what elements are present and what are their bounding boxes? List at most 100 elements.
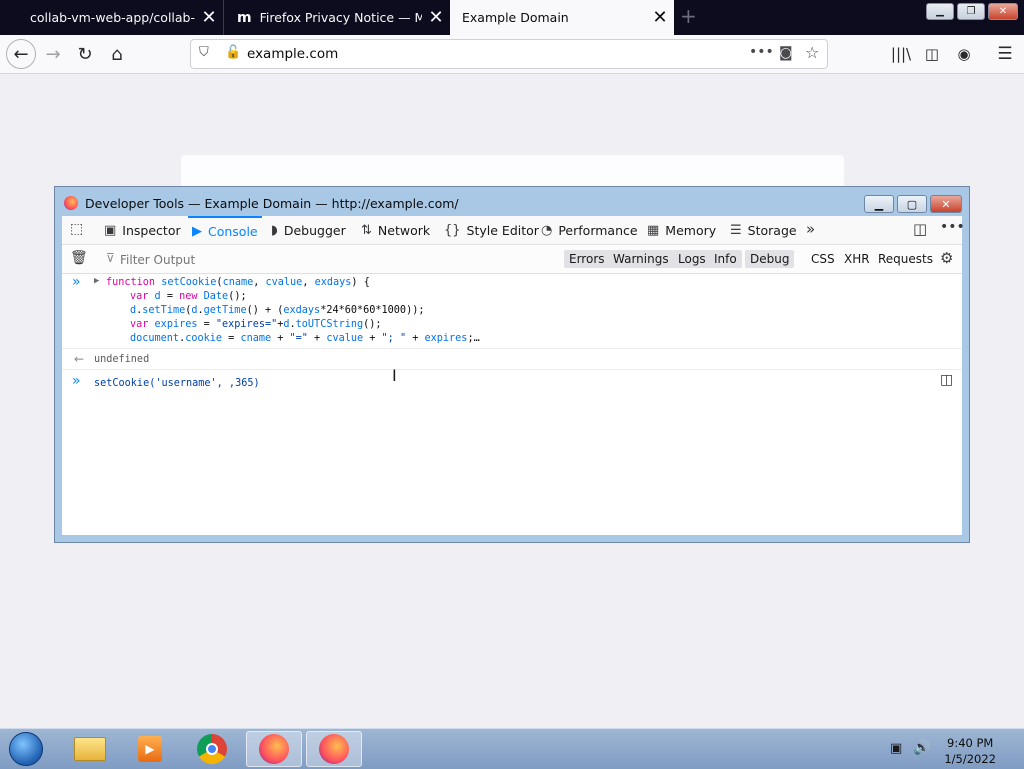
style-editor-icon: {}: [444, 222, 461, 238]
close-icon: ✕: [998, 6, 1008, 17]
code-line: function setCookie(cname, cvalue, exdays…: [106, 277, 370, 288]
reload-icon: ↻: [77, 43, 93, 65]
tab-label: Console: [208, 223, 258, 239]
tab-memory[interactable]: ▦ Memory: [647, 216, 716, 244]
filter-warnings-button[interactable]: Warnings: [608, 250, 674, 268]
input-prompt-icon: »: [72, 373, 81, 389]
restore-button[interactable]: ❐: [957, 3, 985, 20]
network-tray-icon[interactable]: ▣: [890, 741, 902, 756]
tab-label: Debugger: [283, 222, 346, 238]
divider: [62, 348, 962, 349]
bookmark-star-icon[interactable]: ☆: [805, 43, 819, 62]
close-icon[interactable]: ✕: [422, 0, 450, 35]
home-icon: ⌂: [111, 43, 123, 65]
library-button[interactable]: |||\: [888, 41, 914, 67]
trash-icon[interactable]: 🗑: [70, 250, 88, 266]
console-output[interactable]: » ▶ function setCookie(cname, cvalue, ex…: [62, 274, 962, 535]
volume-tray-icon[interactable]: 🔊: [913, 740, 930, 756]
filter-css-button[interactable]: CSS: [806, 250, 840, 268]
minimize-icon: ▁: [936, 6, 944, 17]
filter-label: XHR: [844, 252, 870, 266]
back-button[interactable]: ←: [6, 39, 36, 69]
system-clock[interactable]: 9:40 PM 1/5/2022: [944, 735, 996, 767]
code-line: document.cookie = cname + "=" + cvalue +…: [130, 333, 480, 344]
home-button[interactable]: ⌂: [104, 41, 130, 67]
editor-mode-icon[interactable]: ◫: [940, 372, 953, 388]
tab-label: Network: [377, 222, 431, 238]
expand-arrow-icon[interactable]: ▶: [94, 276, 99, 286]
filter-debug-button[interactable]: Debug: [745, 250, 795, 268]
devtools-close-button[interactable]: ✕: [930, 195, 962, 213]
new-tab-icon[interactable]: +: [680, 4, 697, 28]
browser-tab-3[interactable]: Example Domain ✕: [450, 0, 674, 35]
mozilla-icon: m: [237, 9, 252, 26]
minimize-icon: ▁: [874, 197, 884, 211]
tab-title: Example Domain: [462, 10, 569, 25]
reload-button[interactable]: ↻: [72, 41, 98, 67]
filter-requests-button[interactable]: Requests: [873, 250, 938, 268]
filter-output-input[interactable]: [118, 250, 422, 270]
text-cursor-icon: I: [392, 366, 397, 385]
firefox-icon: [259, 734, 289, 764]
tab-label: Memory: [665, 222, 717, 238]
tab-strip: collab-vm-web-app/collab-vm ✕ m Firefox …: [0, 0, 1024, 35]
devtools-maximize-button[interactable]: ▢: [897, 195, 927, 213]
element-picker-icon[interactable]: ⬚: [70, 221, 83, 237]
filter-xhr-button[interactable]: XHR: [839, 250, 875, 268]
more-actions-icon[interactable]: •••: [749, 44, 774, 60]
insecure-lock-icon[interactable]: 🔓: [225, 45, 241, 60]
tab-style-editor[interactable]: {} Style Editor: [444, 216, 539, 244]
clock-time: 9:40 PM: [947, 736, 994, 750]
forward-button[interactable]: →: [40, 41, 66, 67]
filter-logs-button[interactable]: Logs: [673, 250, 711, 268]
account-button[interactable]: ◉: [951, 41, 977, 67]
filter-errors-button[interactable]: Errors: [564, 250, 610, 268]
tab-network[interactable]: ⇅ Network: [361, 216, 430, 244]
menu-button[interactable]: ☰: [992, 41, 1018, 67]
tab-debugger[interactable]: ◗ Debugger: [271, 216, 346, 244]
url-bar[interactable]: ⛉ 🔓 example.com ••• ◙ ☆: [190, 39, 828, 69]
taskbar-firefox-devtools-button[interactable]: [306, 731, 362, 767]
close-window-button[interactable]: ✕: [988, 3, 1018, 20]
network-icon: ⇅: [361, 222, 372, 238]
pocket-icon[interactable]: ◙: [779, 45, 793, 61]
console-icon: ▶: [192, 223, 202, 239]
taskbar-media-player-button[interactable]: ▶: [122, 731, 178, 767]
sidebar-button[interactable]: ◫: [919, 41, 945, 67]
browser-tab-2[interactable]: m Firefox Privacy Notice — Mozill ✕: [225, 0, 450, 35]
dock-side-icon[interactable]: ◫: [913, 220, 927, 238]
navigation-bar: ← → ↻ ⌂ ⛉ 🔓 example.com ••• ◙ ☆ |||\ ◫ ◉…: [0, 35, 1024, 74]
console-input[interactable]: setCookie('username', ,365): [94, 378, 260, 389]
result-arrow-icon: ←: [74, 352, 85, 366]
tab-inspector[interactable]: ▣ Inspector: [104, 216, 181, 244]
taskbar-chrome-button[interactable]: [184, 731, 240, 767]
start-button[interactable]: [2, 731, 50, 767]
tab-performance[interactable]: ◔ Performance: [541, 216, 638, 244]
folder-icon: [74, 737, 106, 761]
windows-start-icon: [9, 732, 43, 766]
tab-storage[interactable]: ☰ Storage: [730, 216, 797, 244]
minimize-button[interactable]: ▁: [926, 3, 954, 20]
devtools-minimize-button[interactable]: ▁: [864, 195, 894, 213]
browser-tab-1[interactable]: collab-vm-web-app/collab-vm ✕: [0, 0, 224, 35]
console-filter-bar: 🗑 ⊽ Errors Warnings Logs Info Debug CSS …: [62, 245, 962, 274]
account-icon: ◉: [957, 45, 971, 63]
more-tools-chevron-icon[interactable]: »: [806, 220, 815, 238]
tab-console[interactable]: ▶ Console: [188, 216, 262, 244]
tab-label: Style Editor: [466, 222, 539, 238]
media-player-icon: ▶: [138, 736, 162, 762]
filter-label: Logs: [678, 252, 706, 266]
filter-label: Debug: [750, 252, 790, 266]
options-menu-icon[interactable]: •••: [940, 219, 965, 235]
firefox-icon: [64, 196, 78, 210]
close-icon[interactable]: ✕: [195, 0, 223, 35]
taskbar-firefox-button[interactable]: [246, 731, 302, 767]
filter-label: Warnings: [613, 252, 669, 266]
filter-info-button[interactable]: Info: [709, 250, 742, 268]
chrome-icon: [197, 734, 227, 764]
shield-icon[interactable]: ⛉: [199, 45, 209, 60]
close-icon[interactable]: ✕: [646, 0, 674, 35]
taskbar-explorer-button[interactable]: [62, 731, 118, 767]
url-text[interactable]: example.com: [247, 46, 338, 62]
settings-gear-icon[interactable]: ⚙: [940, 249, 953, 267]
